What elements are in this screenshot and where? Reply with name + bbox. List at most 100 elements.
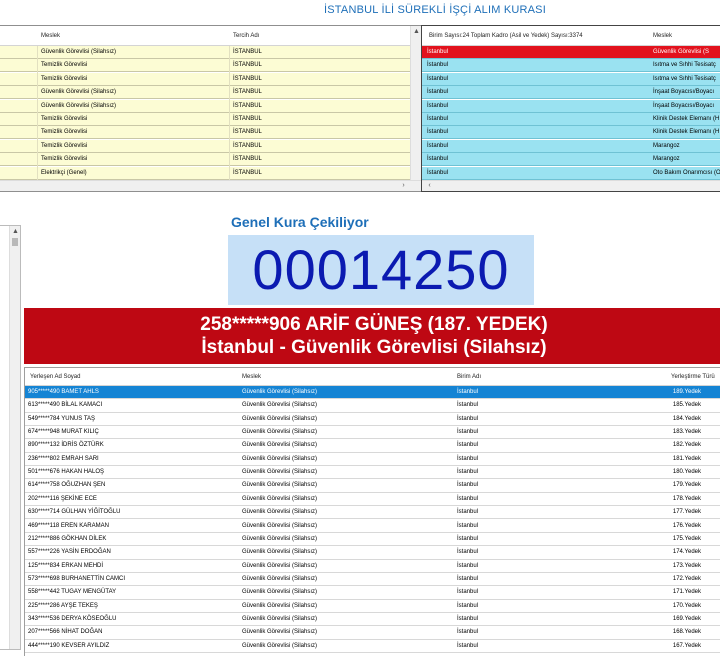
table-row[interactable]: 236*****802 EMRAH SARI Güvenlik Görevlisi… [25, 452, 720, 467]
header-tercih-adi: Tercih Adı [233, 33, 260, 39]
cell-meslek: Güvenlik Görevlisi (Silahsız) [242, 522, 318, 529]
cell-yerlestirme-turu: 174.Yedek [672, 549, 701, 556]
cell-meslek: İnşaat Boyacısı/Boyacı [653, 102, 715, 109]
scroll-up-icon[interactable]: ▲ [10, 227, 21, 237]
results-table[interactable]: Yerleşen Ad Soyad Meslek Birim Adı Yerle… [24, 367, 720, 656]
cell-birim: İstanbul [427, 156, 449, 163]
table-row[interactable]: Güvenlik Görevlisi (Silahsız) İSTANBUL [0, 46, 421, 59]
table-row[interactable]: İstanbul Güvenlik Görevlisi (S [422, 46, 720, 59]
table-row[interactable]: 614*****758 OĞUZHAN ŞEN Güvenlik Görevlis… [25, 479, 720, 493]
table-row[interactable]: Güvenlik Görevlisi (Silahsız) İSTANBUL [0, 99, 421, 113]
cell-ad-soyad: 444*****190 KEVSER AYILDIZ [28, 642, 110, 649]
cell-meslek: Güvenlik Görevlisi (S [653, 49, 710, 55]
table-row[interactable]: İstanbul Isıtma ve Sıhhi Tesisatç [422, 72, 720, 86]
cell-tercih: İSTANBUL [233, 62, 262, 69]
cell-ad-soyad: 614*****758 OĞUZHAN ŞEN [28, 482, 106, 489]
table-row[interactable]: 573*****698 BURHANETTİN CAMCI Güvenlik Gö… [25, 572, 720, 587]
scroll-right-icon[interactable]: › [398, 181, 409, 191]
table-row[interactable]: Temizlik Görevlisi İSTANBUL [0, 72, 421, 86]
cell-birim: İstanbul [457, 509, 479, 516]
scrollbar-thumb[interactable] [12, 238, 18, 246]
table-row[interactable]: 212*****886 GÖKHAN DİLEK Güvenlik Görevli… [25, 532, 720, 547]
table-row[interactable]: Elektrikçi (Genel) İSTANBUL [0, 166, 421, 180]
scroll-left-icon[interactable]: ‹ [424, 181, 435, 191]
cell-ad-soyad: 630*****714 GÜLHAN YİĞİTOĞLU [28, 509, 121, 516]
cell-meslek: Güvenlik Görevlisi (Silahsız) [242, 389, 318, 395]
cell-meslek: Güvenlik Görevlisi (Silahsız) [41, 102, 117, 109]
cell-meslek: Güvenlik Görevlisi (Silahsız) [242, 629, 318, 636]
table-row[interactable]: İstanbul İnşaat Boyacısı/Boyacı [422, 99, 720, 113]
cell-yerlestirme-turu: 170.Yedek [672, 602, 701, 609]
horizontal-scrollbar[interactable]: ‹ [422, 180, 720, 191]
table-row[interactable]: 207*****566 NİHAT DOĞAN Güvenlik Görevlis… [25, 626, 720, 640]
table-row[interactable]: Temizlik Görevlisi İSTANBUL [0, 59, 421, 73]
table-row[interactable]: 125*****834 ERKAN MEHDİ Güvenlik Görevlis… [25, 559, 720, 573]
table-row[interactable]: Temizlik Görevlisi İSTANBUL [0, 153, 421, 167]
cell-meslek: Temizlik Görevlisi [41, 142, 88, 149]
table-row[interactable]: 558*****442 TUGAY MENGÜTAY Güvenlik Görev… [25, 586, 720, 600]
winner-banner: 258*****906 ARİF GÜNEŞ (187. YEDEK) İsta… [24, 308, 720, 364]
vertical-scrollbar[interactable]: ▲ [410, 26, 421, 180]
horizontal-scrollbar[interactable]: › [0, 180, 421, 191]
vertical-scrollbar[interactable]: ▲ [9, 226, 20, 649]
units-table-header: Birim Sayısı:24 Toplam Kadro (Asil ve Ye… [422, 26, 720, 46]
table-row[interactable]: 630*****714 GÜLHAN YİĞİTOĞLU Güvenlik Gör… [25, 506, 720, 520]
table-row[interactable]: İstanbul İnşaat Boyacısı/Boyacı [422, 86, 720, 100]
cell-birim: İstanbul [427, 102, 449, 109]
table-row[interactable]: İstanbul Oto Bakım Onarımcısı (O [422, 166, 720, 180]
cell-yerlestirme-turu: 184.Yedek [672, 415, 701, 422]
cell-tercih: İSTANBUL [233, 75, 262, 82]
preferences-table[interactable]: Meslek Tercih Adı Güvenlik Görevlisi (Si… [0, 25, 422, 192]
table-row[interactable]: İstanbul Isıtma ve Sıhhi Tesisatç [422, 59, 720, 73]
cell-yerlestirme-turu: 172.Yedek [672, 575, 701, 582]
cell-meslek: Güvenlik Görevlisi (Silahsız) [242, 509, 318, 516]
cell-birim: İstanbul [427, 116, 449, 122]
cell-birim: İstanbul [457, 442, 479, 449]
table-row[interactable]: 549*****784 YUNUS TAŞ Güvenlik Görevlisi … [25, 412, 720, 427]
cell-birim: İstanbul [457, 589, 479, 596]
table-row[interactable]: 905*****490 BAMET AHLS Güvenlik Görevlisi… [25, 386, 720, 400]
table-row[interactable]: 501*****676 HAKAN HALOŞ Güvenlik Görevlis… [25, 466, 720, 480]
cell-ad-soyad: 236*****802 EMRAH SARI [28, 455, 99, 462]
table-row[interactable]: İstanbul Klinik Destek Elemanı (H [422, 113, 720, 126]
table-row[interactable]: Temizlik Görevlisi İSTANBUL [0, 139, 421, 153]
cell-yerlestirme-turu: 177.Yedek [672, 509, 701, 516]
cell-ad-soyad: 890*****132 İDRİS ÖZTÜRK [28, 442, 104, 449]
cell-birim: İstanbul [457, 575, 479, 582]
cell-birim: İstanbul [427, 75, 449, 82]
cell-tercih: İSTANBUL [233, 49, 262, 55]
table-row[interactable]: 343*****536 DERYA KÖSEOĞLU Güvenlik Görev… [25, 612, 720, 627]
table-row[interactable]: 613*****490 BİLAL KAMACI Güvenlik Görevli… [25, 399, 720, 413]
cell-meslek: Marangoz [653, 142, 680, 149]
table-row[interactable]: 225*****286 AYŞE TEKEŞ Güvenlik Görevlisi… [25, 599, 720, 613]
cell-meslek: Temizlik Görevlisi [41, 75, 88, 82]
table-row[interactable]: Güvenlik Görevlisi (Silahsız) İSTANBUL [0, 86, 421, 100]
table-row[interactable]: Temizlik Görevlisi İSTANBUL [0, 126, 421, 140]
table-row[interactable]: İstanbul Marangoz [422, 153, 720, 167]
table-row[interactable]: 557*****226 YASİN ERDOĞAN Güvenlik Görevl… [25, 546, 720, 560]
cell-birim: İstanbul [457, 549, 479, 556]
table-row[interactable]: 469*****118 EREN KARAMAN Güvenlik Görevli… [25, 519, 720, 533]
cell-meslek: Güvenlik Görevlisi (Silahsız) [242, 482, 318, 489]
cell-tercih: İSTANBUL [233, 116, 262, 122]
cell-meslek: Güvenlik Görevlisi (Silahsız) [242, 575, 318, 582]
header-meslek: Meslek [41, 33, 61, 39]
units-table[interactable]: Birim Sayısı:24 Toplam Kadro (Asil ve Ye… [421, 25, 720, 192]
side-list[interactable]: ▲ [0, 225, 21, 650]
table-row[interactable]: İstanbul Klinik Destek Elemanı (H [422, 126, 720, 140]
cell-meslek: Güvenlik Görevlisi (Silahsız) [242, 589, 318, 596]
table-row[interactable]: 444*****190 KEVSER AYILDIZ Güvenlik Görev… [25, 639, 720, 653]
table-row[interactable]: Temizlik Görevlisi İSTANBUL [0, 113, 421, 126]
table-row[interactable]: 890*****132 İDRİS ÖZTÜRK Güvenlik Görevli… [25, 439, 720, 453]
cell-ad-soyad: 558*****442 TUGAY MENGÜTAY [28, 589, 117, 596]
header-birim-sayisi: Birim Sayısı:24 Toplam Kadro (Asil ve Ye… [429, 33, 583, 39]
cell-meslek: Klinik Destek Elemanı (H [653, 129, 720, 136]
header-yerlestirme-turu: Yerleştirme Türü [671, 374, 715, 380]
cell-tercih: İSTANBUL [233, 169, 262, 176]
cell-yerlestirme-turu: 168.Yedek [672, 629, 701, 636]
table-row[interactable]: İstanbul Marangoz [422, 139, 720, 153]
table-row[interactable]: 674*****948 MURAT KILIÇ Güvenlik Görevlis… [25, 426, 720, 440]
cell-ad-soyad: 573*****698 BURHANETTİN CAMCI [28, 575, 126, 582]
cell-meslek: Elektrikçi (Genel) [41, 169, 87, 176]
table-row[interactable]: 202*****116 ŞEKİNE ECE Güvenlik Görevlisi… [25, 492, 720, 507]
